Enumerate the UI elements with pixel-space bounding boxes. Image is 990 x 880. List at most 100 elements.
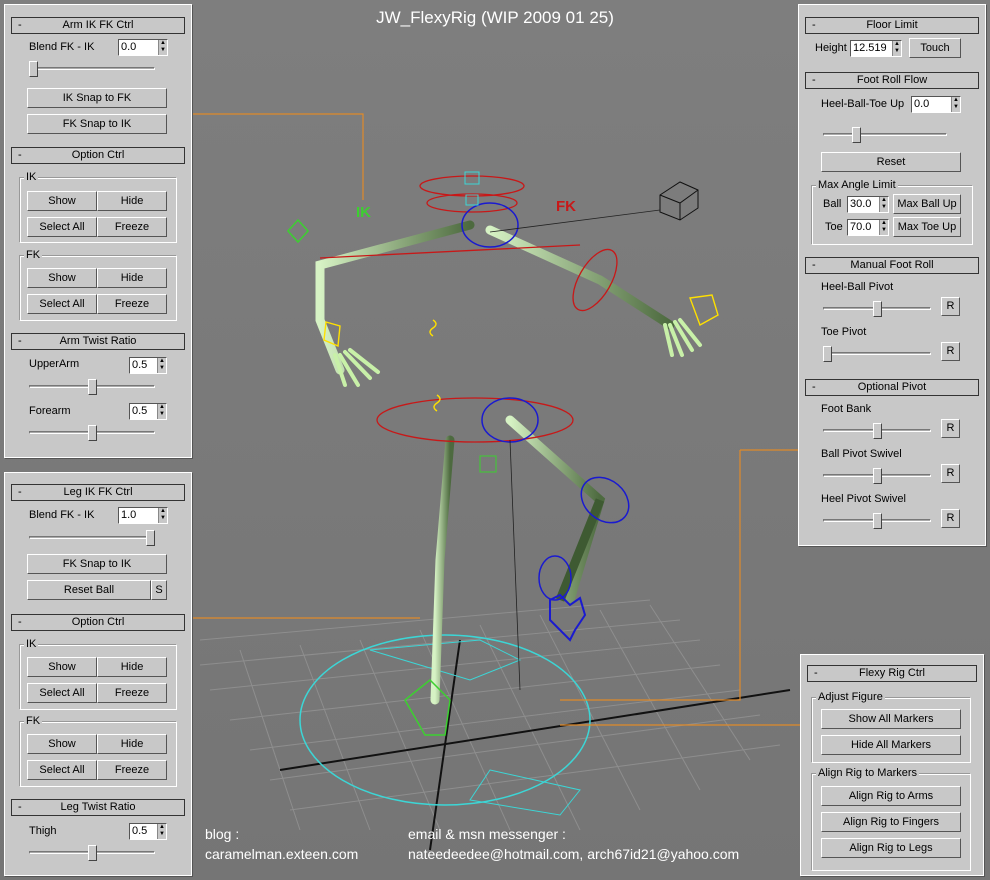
manual-foot-roll-rollout-header[interactable]: - Manual Foot Roll bbox=[805, 257, 979, 274]
leg-fk-freeze-button[interactable]: Freeze bbox=[97, 760, 167, 780]
leg-fk-hide-button[interactable]: Hide bbox=[97, 734, 167, 754]
slider-thumb[interactable] bbox=[873, 513, 882, 529]
max-ball-up-button[interactable]: Max Ball Up bbox=[893, 194, 961, 214]
arm-ik-fk-title: Arm IK FK Ctrl bbox=[62, 19, 134, 31]
forearm-slider[interactable] bbox=[29, 425, 155, 441]
floor-limit-rollout-header[interactable]: - Floor Limit bbox=[805, 17, 979, 34]
manual-foot-roll-title: Manual Foot Roll bbox=[850, 259, 934, 271]
align-rig-to-legs-button[interactable]: Align Rig to Legs bbox=[821, 838, 961, 858]
forearm-spinner[interactable]: 0.5 ▲ ▼ bbox=[129, 403, 167, 420]
foot-roll-flow-rollout-header[interactable]: - Foot Roll Flow bbox=[805, 72, 979, 89]
collapse-minus-icon: - bbox=[18, 149, 22, 161]
heel-pivot-swivel-reset-button[interactable]: R bbox=[941, 509, 960, 528]
spinner-arrows-icon[interactable]: ▲ ▼ bbox=[157, 358, 166, 373]
leg-twist-rollout-header[interactable]: - Leg Twist Ratio bbox=[11, 799, 185, 816]
blog-url[interactable]: caramelman.exteen.com bbox=[205, 846, 358, 862]
flexy-rig-rollout-header[interactable]: - Flexy Rig Ctrl bbox=[807, 665, 977, 682]
heel-ball-pivot-reset-button[interactable]: R bbox=[941, 297, 960, 316]
leg-ik-freeze-button[interactable]: Freeze bbox=[97, 683, 167, 703]
spinner-arrows-icon[interactable]: ▲ ▼ bbox=[157, 404, 166, 419]
leg-fk-show-button[interactable]: Show bbox=[27, 734, 97, 754]
slider-track bbox=[29, 536, 155, 539]
spinner-value: 0.0 bbox=[121, 41, 137, 53]
toe-angle-spinner[interactable]: 70.0 ▲ ▼ bbox=[847, 219, 889, 236]
slider-thumb[interactable] bbox=[88, 845, 97, 861]
foot-roll-reset-button[interactable]: Reset bbox=[821, 152, 961, 172]
reset-ball-button[interactable]: Reset Ball bbox=[27, 580, 151, 600]
floor-limit-title: Floor Limit bbox=[866, 19, 918, 31]
heel-ball-toe-slider[interactable] bbox=[823, 127, 947, 143]
leg-ik-fk-rollout-header[interactable]: - Leg IK FK Ctrl bbox=[11, 484, 185, 501]
slider-thumb[interactable] bbox=[823, 346, 832, 362]
thigh-slider[interactable] bbox=[29, 845, 155, 861]
align-rig-to-arms-button[interactable]: Align Rig to Arms bbox=[821, 786, 961, 806]
arm-twist-rollout-header[interactable]: - Arm Twist Ratio bbox=[11, 333, 185, 350]
slider-thumb[interactable] bbox=[146, 530, 155, 546]
arm-ik-select-all-button[interactable]: Select All bbox=[27, 217, 97, 237]
leg-fk-select-all-button[interactable]: Select All bbox=[27, 760, 97, 780]
heel-ball-pivot-slider[interactable] bbox=[823, 301, 931, 317]
height-spinner[interactable]: 12.519 ▲ ▼ bbox=[850, 40, 902, 57]
arm-ik-show-button[interactable]: Show bbox=[27, 191, 97, 211]
toe-pivot-reset-button[interactable]: R bbox=[941, 342, 960, 361]
leg-option-rollout-header[interactable]: - Option Ctrl bbox=[11, 614, 185, 631]
arm-ik-freeze-button[interactable]: Freeze bbox=[97, 217, 167, 237]
slider-thumb[interactable] bbox=[88, 425, 97, 441]
heel-pivot-swivel-slider[interactable] bbox=[823, 513, 931, 529]
right-hand bbox=[663, 318, 702, 357]
arm-fk-freeze-button[interactable]: Freeze bbox=[97, 294, 167, 314]
ball-pivot-swivel-reset-button[interactable]: R bbox=[941, 464, 960, 483]
upperarm-slider[interactable] bbox=[29, 379, 155, 395]
max-toe-up-button[interactable]: Max Toe Up bbox=[893, 217, 961, 237]
arm-fk-hide-button[interactable]: Hide bbox=[97, 268, 167, 288]
thigh-spinner[interactable]: 0.5 ▲ ▼ bbox=[129, 823, 167, 840]
slider-thumb[interactable] bbox=[873, 423, 882, 439]
fk-snap-to-ik-button[interactable]: FK Snap to IK bbox=[27, 114, 167, 134]
slider-thumb[interactable] bbox=[852, 127, 861, 143]
leg-blend-spinner[interactable]: 1.0 ▲ ▼ bbox=[118, 507, 168, 524]
slider-thumb[interactable] bbox=[29, 61, 38, 77]
reset-ball-s-button[interactable]: S bbox=[151, 580, 167, 600]
arm-blend-slider[interactable] bbox=[29, 61, 155, 77]
align-rig-to-fingers-button[interactable]: Align Rig to Fingers bbox=[821, 812, 961, 832]
arm-ik-hide-button[interactable]: Hide bbox=[97, 191, 167, 211]
arm-blend-spinner[interactable]: 0.0 ▲ ▼ bbox=[118, 39, 168, 56]
leg-ik-show-button[interactable]: Show bbox=[27, 657, 97, 677]
spinner-arrows-icon[interactable]: ▲ ▼ bbox=[157, 824, 166, 839]
toe-pivot-slider[interactable] bbox=[823, 346, 931, 362]
touch-button[interactable]: Touch bbox=[909, 38, 961, 58]
hide-all-markers-button[interactable]: Hide All Markers bbox=[821, 735, 961, 755]
arm-fk-show-button[interactable]: Show bbox=[27, 268, 97, 288]
slider-thumb[interactable] bbox=[873, 301, 882, 317]
ball-angle-spinner[interactable]: 30.0 ▲ ▼ bbox=[847, 196, 889, 213]
foot-bank-slider[interactable] bbox=[823, 423, 931, 439]
email-addresses[interactable]: nateedeedee@hotmail.com, arch67id21@yaho… bbox=[408, 846, 739, 862]
ik-snap-to-fk-button[interactable]: IK Snap to FK bbox=[27, 88, 167, 108]
group-label: FK bbox=[24, 715, 43, 727]
spinner-arrows-icon[interactable]: ▲ ▼ bbox=[951, 97, 960, 112]
optional-pivot-rollout-header[interactable]: - Optional Pivot bbox=[805, 379, 979, 396]
leg-ik-select-all-button[interactable]: Select All bbox=[27, 683, 97, 703]
heel-ball-toe-spinner[interactable]: 0.0 ▲ ▼ bbox=[911, 96, 961, 113]
leg-option-title: Option Ctrl bbox=[71, 616, 125, 628]
slider-thumb[interactable] bbox=[873, 468, 882, 484]
upperarm-spinner[interactable]: 0.5 ▲ ▼ bbox=[129, 357, 167, 374]
spinner-arrows-icon[interactable]: ▲ ▼ bbox=[892, 41, 901, 56]
show-all-markers-button[interactable]: Show All Markers bbox=[821, 709, 961, 729]
leg-ik-hide-button[interactable]: Hide bbox=[97, 657, 167, 677]
leg-blend-slider[interactable] bbox=[29, 530, 155, 546]
spinner-arrows-icon[interactable]: ▲ ▼ bbox=[879, 197, 888, 212]
spinner-arrows-icon[interactable]: ▲ ▼ bbox=[158, 508, 167, 523]
foot-bank-reset-button[interactable]: R bbox=[941, 419, 960, 438]
spinner-arrows-icon[interactable]: ▲ ▼ bbox=[158, 40, 167, 55]
upperarm-label: UpperArm bbox=[29, 358, 80, 370]
ball-pivot-swivel-slider[interactable] bbox=[823, 468, 931, 484]
spinner-value: 30.0 bbox=[850, 198, 872, 210]
arm-option-rollout-header[interactable]: - Option Ctrl bbox=[11, 147, 185, 164]
arm-fk-select-all-button[interactable]: Select All bbox=[27, 294, 97, 314]
spinner-arrows-icon[interactable]: ▲ ▼ bbox=[879, 220, 888, 235]
leg-ik-fk-title: Leg IK FK Ctrl bbox=[63, 486, 133, 498]
arm-ik-fk-rollout-header[interactable]: - Arm IK FK Ctrl bbox=[11, 17, 185, 34]
leg-fk-snap-to-ik-button[interactable]: FK Snap to IK bbox=[27, 554, 167, 574]
slider-thumb[interactable] bbox=[88, 379, 97, 395]
